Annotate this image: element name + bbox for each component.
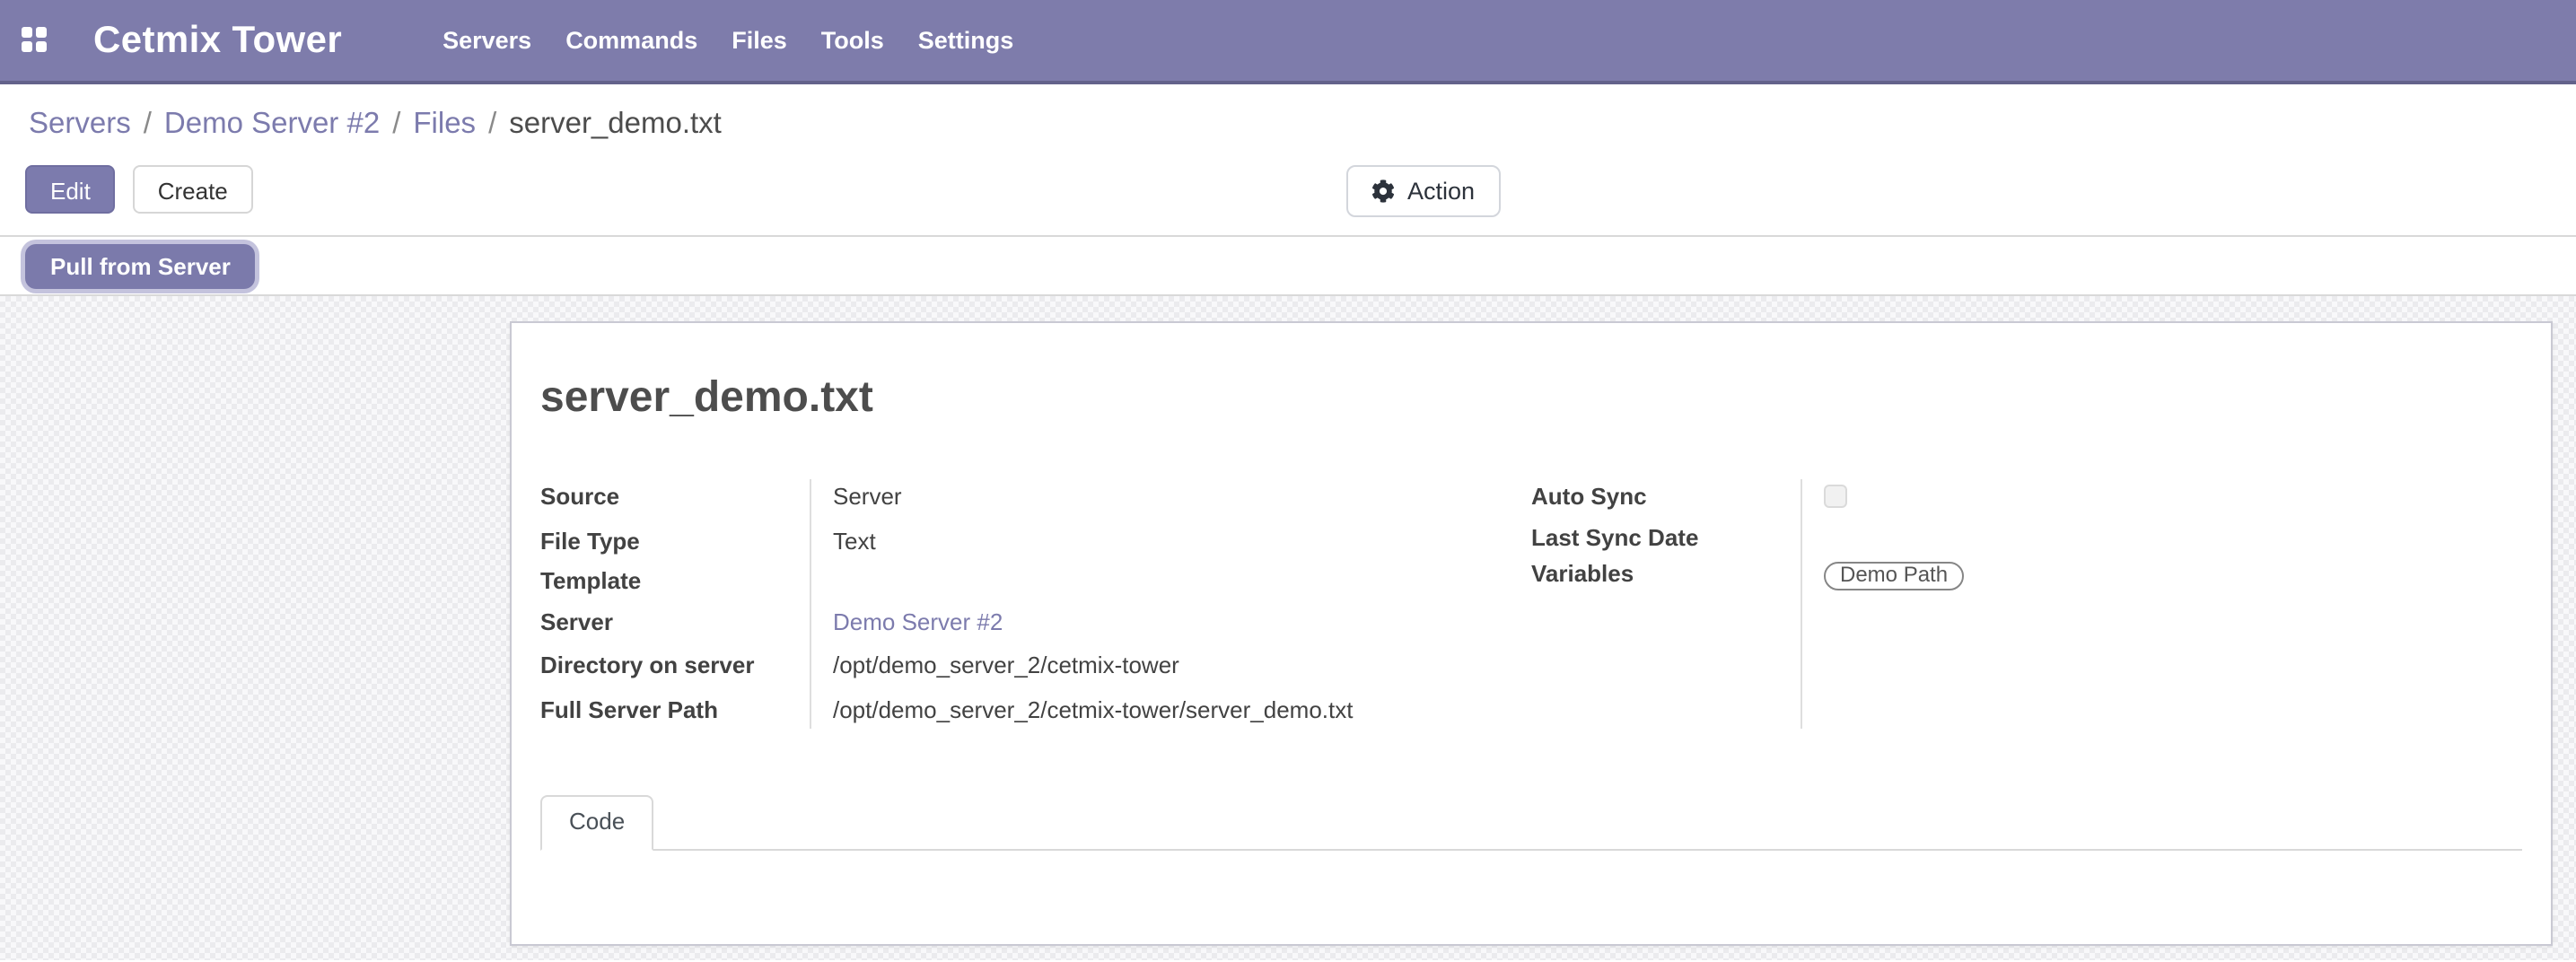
action-button[interactable]: Action <box>1346 165 1500 217</box>
notebook: Code <box>540 795 2522 850</box>
field-label-template: Template <box>540 567 810 597</box>
gear-icon <box>1371 179 1395 203</box>
nav-item-commands[interactable]: Commands <box>565 27 697 54</box>
field-row-full-server-path: Full Server Path/opt/demo_server_2/cetmi… <box>540 688 1531 732</box>
label-value-separator <box>1801 479 1802 729</box>
breadcrumb-link-demo-server-2[interactable]: Demo Server #2 <box>164 108 380 140</box>
content-background: server_demo.txt SourceServerFile TypeTex… <box>0 296 2576 960</box>
status-bar: Pull from Server <box>0 237 2576 296</box>
breadcrumb-separator: / <box>144 108 152 140</box>
create-button[interactable]: Create <box>133 165 253 214</box>
breadcrumb-separator: / <box>488 108 496 140</box>
nav-item-servers[interactable]: Servers <box>442 27 531 54</box>
nav-item-files[interactable]: Files <box>732 27 787 54</box>
field-groups: SourceServerFile TypeTextTemplateServerD… <box>540 476 2522 732</box>
breadcrumb-separator: / <box>392 108 400 140</box>
field-group-right: Auto Sync Last Sync Date Variables Demo Pat… <box>1531 476 2522 732</box>
form-sheet: server_demo.txt SourceServerFile TypeTex… <box>510 321 2553 946</box>
field-value-last-sync-date <box>1801 523 1824 553</box>
label-value-separator <box>810 479 811 729</box>
breadcrumb-current: server_demo.txt <box>509 108 722 140</box>
field-value-variables: Demo Path <box>1801 560 1964 590</box>
tab-code[interactable]: Code <box>540 795 653 850</box>
tag-demo-path: Demo Path <box>1824 562 1964 590</box>
field-value-auto-sync <box>1801 483 1847 512</box>
field-label-full-server-path: Full Server Path <box>540 695 810 725</box>
record-title: server_demo.txt <box>540 372 2522 425</box>
action-button-label: Action <box>1407 178 1475 205</box>
field-row-directory-on-server: Directory on server/opt/demo_server_2/ce… <box>540 644 1531 688</box>
apps-menu-icon[interactable] <box>22 27 48 54</box>
nav-item-tools[interactable]: Tools <box>821 27 884 54</box>
field-value-source: Server <box>810 483 902 512</box>
edit-button[interactable]: Edit <box>25 165 116 214</box>
main-menu: Servers Commands Files Tools Settings <box>442 27 1013 54</box>
field-label-file-type: File Type <box>540 527 810 556</box>
control-panel: Edit Create Action <box>0 165 2576 237</box>
breadcrumb: Servers / Demo Server #2 / Files / server_demo… <box>29 106 2576 142</box>
field-row-server: Server Demo Server #2 <box>540 600 1531 644</box>
field-label-server: Server <box>540 608 810 637</box>
field-value-full-server-path: /opt/demo_server_2/cetmix-tower/server_d… <box>810 695 1353 725</box>
top-navbar: Cetmix Tower ServersCommandsFilesToolsSe… <box>0 0 2576 84</box>
field-row-template: Template <box>540 564 1531 600</box>
breadcrumb-row: Servers / Demo Server #2 / Files / server_demo… <box>0 84 2576 165</box>
field-label-variables: Variables <box>1531 560 1801 590</box>
breadcrumb-link-files[interactable]: Files <box>413 108 476 140</box>
app-brand: Cetmix Tower <box>93 19 342 62</box>
field-value-template <box>810 567 833 597</box>
auto-sync-checkbox[interactable] <box>1824 485 1847 508</box>
field-row-last-sync-date: Last Sync Date <box>1531 520 2522 556</box>
field-row-auto-sync: Auto Sync <box>1531 476 2522 520</box>
pull-from-server-button[interactable]: Pull from Server <box>25 243 256 288</box>
nav-item-settings[interactable]: Settings <box>918 27 1014 54</box>
app-window: Cetmix Tower ServersCommandsFilesToolsSe… <box>0 0 2576 962</box>
field-link-demo-server-2[interactable]: Demo Server #2 <box>833 608 1003 634</box>
field-label-directory-on-server: Directory on server <box>540 652 810 681</box>
tab-strip: Code <box>540 795 2522 850</box>
breadcrumb-link-servers[interactable]: Servers <box>29 108 131 140</box>
field-value-file-type: Text <box>810 527 876 556</box>
field-row-source: SourceServer <box>540 476 1531 520</box>
field-row-variables: Variables Demo Path <box>1531 556 2522 593</box>
field-row-file-type: File TypeText <box>540 520 1531 564</box>
field-value-directory-on-server: /opt/demo_server_2/cetmix-tower <box>810 652 1179 681</box>
field-label-last-sync-date: Last Sync Date <box>1531 523 1801 553</box>
field-label-auto-sync: Auto Sync <box>1531 483 1801 512</box>
field-group-left: SourceServerFile TypeTextTemplateServerD… <box>540 476 1531 732</box>
field-label-source: Source <box>540 483 810 512</box>
field-value-server: Demo Server #2 <box>810 608 1003 637</box>
